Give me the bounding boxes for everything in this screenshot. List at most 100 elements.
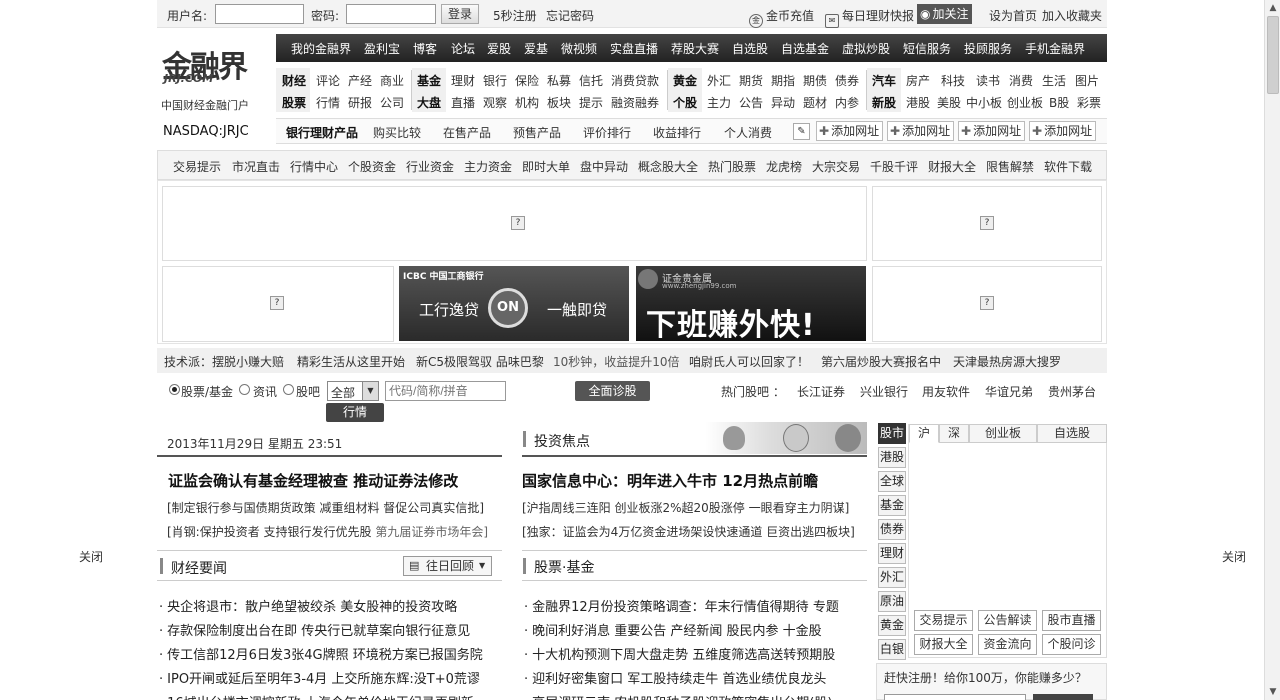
- market-tab[interactable]: 港股: [878, 447, 906, 468]
- channel-link[interactable]: 公司: [380, 94, 404, 111]
- channel-link[interactable]: 异动: [771, 94, 795, 111]
- channel-link[interactable]: 直播: [451, 94, 475, 111]
- site-logo[interactable]: 金融界 JRJ.COM 中国财经金融门户: [160, 42, 260, 114]
- market-tab[interactable]: 债券: [878, 519, 906, 540]
- quick-nav-link[interactable]: 软件下载: [1044, 158, 1092, 175]
- ticker-link[interactable]: 10秒钟，收益提升10倍: [553, 353, 680, 370]
- headline-sub[interactable]: [独家：证监会为4万亿资金进场架设快速通道 巨资出逃四板块]: [522, 523, 855, 540]
- channel-link[interactable]: 评论: [316, 72, 340, 89]
- nav-item[interactable]: 投顾服务: [964, 40, 1012, 57]
- market-tab[interactable]: 外汇: [878, 567, 906, 588]
- quick-nav-link[interactable]: 限售解禁: [986, 158, 1034, 175]
- set-home-link[interactable]: 设为首页: [989, 7, 1037, 24]
- nav-item[interactable]: 论坛: [451, 40, 475, 57]
- edit-pencil-icon[interactable]: ✎: [793, 123, 810, 140]
- channel-link[interactable]: 债券: [835, 72, 859, 89]
- market-tab[interactable]: 全球: [878, 471, 906, 492]
- channel-link[interactable]: 公告: [739, 94, 763, 111]
- channel-link[interactable]: 新股: [872, 94, 896, 111]
- nav-item[interactable]: 微视频: [561, 40, 597, 57]
- ticker-link[interactable]: 第六届炒股大赛报名中: [821, 353, 941, 370]
- ticker-link[interactable]: 精彩生活从这里开始: [297, 353, 405, 370]
- icbc-ad-banner[interactable]: ICBC 中国工商银行 工行逸贷 ON 一触即贷: [399, 266, 629, 341]
- nav-item[interactable]: 盈利宝: [364, 40, 400, 57]
- market-tab[interactable]: 黄金: [878, 615, 906, 636]
- close-right-ad-button[interactable]: 关闭: [1222, 548, 1246, 565]
- channel-link[interactable]: 生活: [1042, 72, 1066, 89]
- channel-link[interactable]: 私募: [547, 72, 571, 89]
- quick-nav-link[interactable]: 行情中心: [290, 158, 338, 175]
- add-url-button[interactable]: ✚ 添加网址: [887, 121, 955, 141]
- news-item[interactable]: IPO开闸或延后至明年3-4月 上交所施东辉:没T+0荒谬: [159, 668, 502, 687]
- bank-product-link[interactable]: 个人消费: [724, 124, 772, 141]
- market-tab[interactable]: 股市: [878, 423, 906, 444]
- gold-ad-banner[interactable]: 证金贵金属 www.zhengjin99.com 下班赚外快!: [636, 266, 866, 341]
- hot-forum-link[interactable]: 用友软件: [922, 383, 970, 400]
- channel-link[interactable]: 创业板: [1007, 94, 1043, 111]
- channel-link[interactable]: 信托: [579, 72, 603, 89]
- quick-nav-link[interactable]: 交易提示: [173, 158, 221, 175]
- review-button[interactable]: ▤ 往日回顾 ▼: [403, 556, 492, 576]
- channel-link[interactable]: 保险: [515, 72, 539, 89]
- register-promo-text[interactable]: 赶快注册！给你100万，你能赚多少？: [884, 669, 1087, 686]
- market-tool-button[interactable]: 公告解读: [978, 610, 1037, 631]
- follow-button[interactable]: ◉ 加关注: [917, 4, 972, 24]
- exchange-tab[interactable]: 深: [939, 424, 969, 443]
- headline-sub-link[interactable]: 第九届证券市场年会]: [375, 525, 488, 539]
- promo-input[interactable]: [884, 694, 1026, 700]
- quick-nav-link[interactable]: 概念股大全: [638, 158, 698, 175]
- news-item[interactable]: 金融界12月份投资策略调查：年末行情值得期待 专题: [524, 596, 867, 615]
- password-input[interactable]: [346, 4, 436, 24]
- channel-link[interactable]: 融资融券: [611, 94, 659, 111]
- channel-link[interactable]: B股: [1049, 94, 1069, 111]
- channel-link[interactable]: 期债: [803, 72, 827, 89]
- channel-link[interactable]: 黄金: [673, 72, 697, 89]
- quick-nav-link[interactable]: 行业资金: [406, 158, 454, 175]
- quick-nav-link[interactable]: 千股千评: [870, 158, 918, 175]
- news-item[interactable]: 高层调研云南 农机股和种子股迎政策密集出台期(股): [524, 692, 867, 700]
- channel-link[interactable]: 汽车: [872, 72, 896, 89]
- ticker-link[interactable]: 咱尉氏人可以回家了！: [689, 353, 809, 370]
- scroll-down-icon[interactable]: ▼: [1267, 686, 1279, 698]
- channel-link[interactable]: 理财: [451, 72, 475, 89]
- scroll-up-icon[interactable]: ▲: [1267, 2, 1279, 14]
- market-tool-button[interactable]: 资金流向: [978, 634, 1037, 655]
- channel-link[interactable]: 房产: [906, 72, 930, 89]
- market-tool-button[interactable]: 交易提示: [914, 610, 973, 631]
- hot-forum-link[interactable]: 贵州茅台: [1048, 383, 1096, 400]
- radio-forum[interactable]: [283, 384, 294, 395]
- channel-link[interactable]: 主力: [707, 94, 731, 111]
- add-url-button[interactable]: ✚ 添加网址: [816, 121, 884, 141]
- promo-button[interactable]: [1033, 694, 1093, 700]
- forgot-password-link[interactable]: 忘记密码: [546, 7, 594, 24]
- ad-slot[interactable]: ?: [162, 186, 867, 261]
- nav-item[interactable]: 虚拟炒股: [842, 40, 890, 57]
- quick-nav-link[interactable]: 龙虎榜: [766, 158, 802, 175]
- channel-link[interactable]: 消费贷款: [611, 72, 659, 89]
- channel-link[interactable]: 股票: [282, 94, 306, 111]
- close-left-ad-button[interactable]: 关闭: [79, 548, 103, 565]
- news-item[interactable]: 16城出台楼市调控新政 上海今年单价地王纪录再刷新: [159, 692, 502, 700]
- nav-item[interactable]: 自选股: [732, 40, 768, 57]
- channel-link[interactable]: 题材: [803, 94, 827, 111]
- quote-button[interactable]: 行情: [326, 403, 384, 422]
- headline-sub-link[interactable]: [肖钢:保护投资者 支持银行发行优先股: [167, 525, 372, 539]
- stock-search-input[interactable]: [385, 381, 506, 401]
- hot-forum-link[interactable]: 长江证券: [797, 383, 845, 400]
- news-item[interactable]: 迎利好密集窗口 军工股持续走牛 首选业绩优良龙头: [524, 668, 867, 687]
- news-item[interactable]: 晚间利好消息 重要公告 产经新闻 股民内参 十金股: [524, 620, 867, 639]
- diagnose-button[interactable]: 全面诊股: [575, 381, 650, 401]
- market-tool-button[interactable]: 个股问诊: [1042, 634, 1101, 655]
- add-favorite-link[interactable]: 加入收藏夹: [1042, 7, 1102, 24]
- channel-link[interactable]: 观察: [483, 94, 507, 111]
- headline-sub[interactable]: [制定银行参与国债期货政策 减重组材料 督促公司真实信批]: [167, 499, 484, 516]
- channel-link[interactable]: 个股: [673, 94, 697, 111]
- channel-link[interactable]: 美股: [937, 94, 961, 111]
- nav-item[interactable]: 爱基: [524, 40, 548, 57]
- ad-slot[interactable]: ?: [162, 266, 394, 342]
- nav-item[interactable]: 博客: [413, 40, 437, 57]
- exchange-tab[interactable]: 创业板: [969, 424, 1037, 443]
- quick-nav-link[interactable]: 财报大全: [928, 158, 976, 175]
- ad-slot[interactable]: ?: [872, 266, 1102, 342]
- bank-product-link[interactable]: 评价排行: [583, 124, 631, 141]
